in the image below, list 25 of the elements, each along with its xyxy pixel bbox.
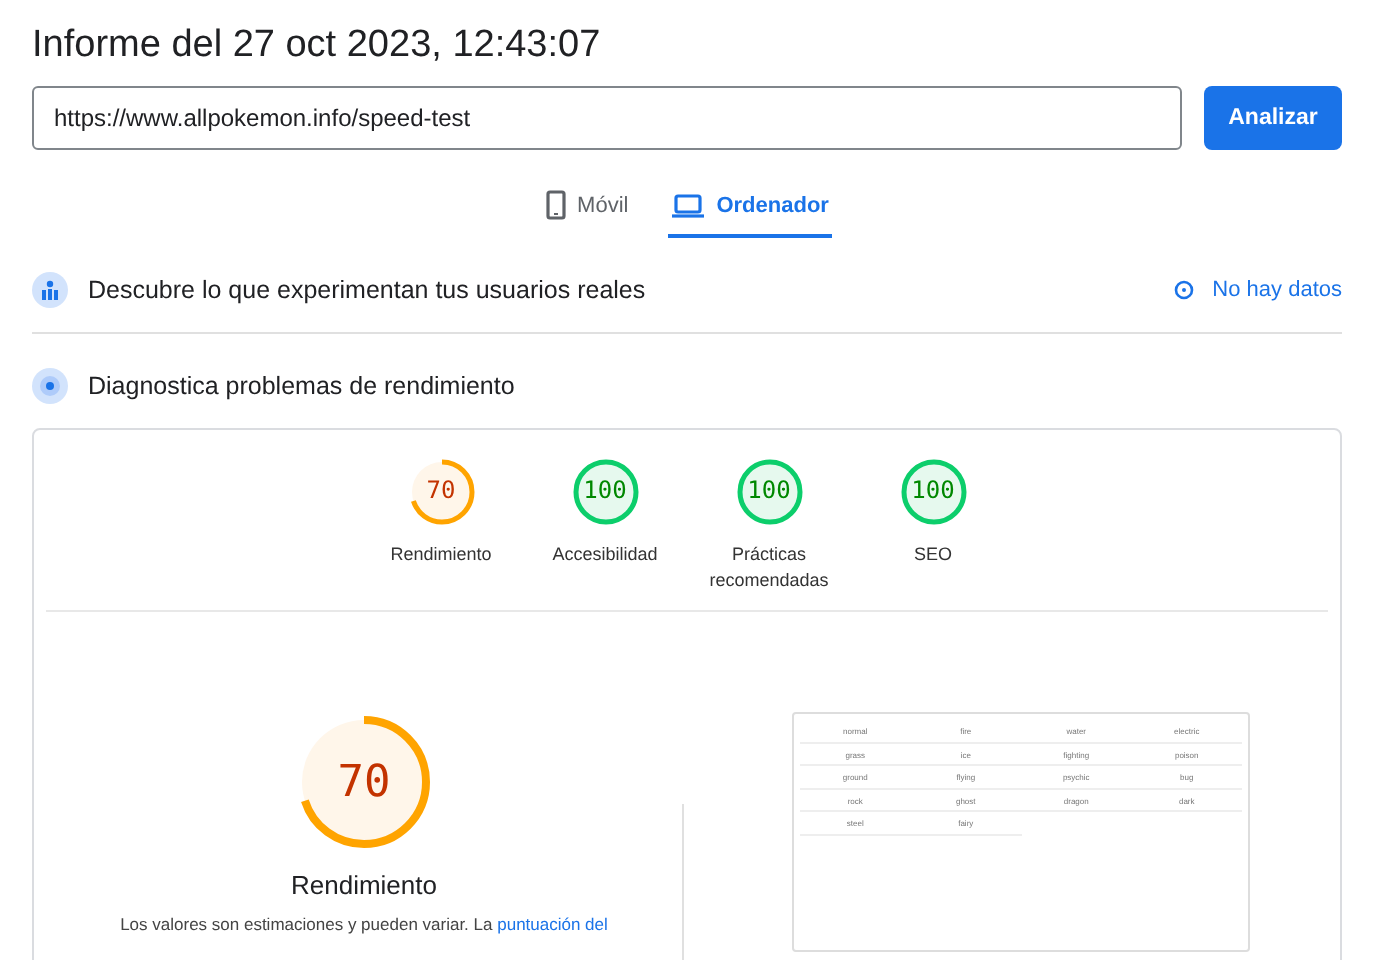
score-link[interactable]: puntuación del	[497, 914, 608, 934]
device-tab[interactable]: Móvil	[541, 178, 633, 238]
score-value: 100	[583, 476, 627, 504]
users-icon	[32, 272, 68, 308]
score-label: Rendimiento	[390, 542, 492, 568]
analyze-button[interactable]: Analizar	[1204, 86, 1342, 150]
performance-score: 70	[335, 755, 393, 811]
phone-icon	[545, 190, 566, 220]
performance-title: Rendimiento	[291, 870, 437, 900]
info-icon	[1174, 280, 1195, 300]
score-label: Prácticas recomendadas	[707, 542, 831, 594]
performance-description: Los valores son estimaciones y pueden variar. La puntuación del	[120, 914, 608, 934]
laptop-icon	[672, 193, 705, 217]
score-value: 100	[747, 476, 791, 504]
section-title: Descubre lo que experimentan tus usuarios reales	[88, 276, 646, 304]
url-input-field[interactable]: https://www.allpokemon.info/speed-test	[32, 86, 1182, 150]
target-icon	[32, 368, 68, 404]
no-data-label: No hay datos	[1212, 278, 1342, 302]
score-label: SEO	[913, 542, 952, 568]
report-title: Informe del 27 oct 2023, 12:43:07	[32, 22, 603, 70]
device-tab[interactable]: Ordenador	[668, 178, 833, 238]
section-title: Diagnostica problemas de rendimiento	[88, 372, 515, 400]
score-label: Accesibilidad	[552, 542, 658, 568]
score-value: 100	[911, 476, 955, 504]
score-value: 70	[426, 476, 456, 504]
